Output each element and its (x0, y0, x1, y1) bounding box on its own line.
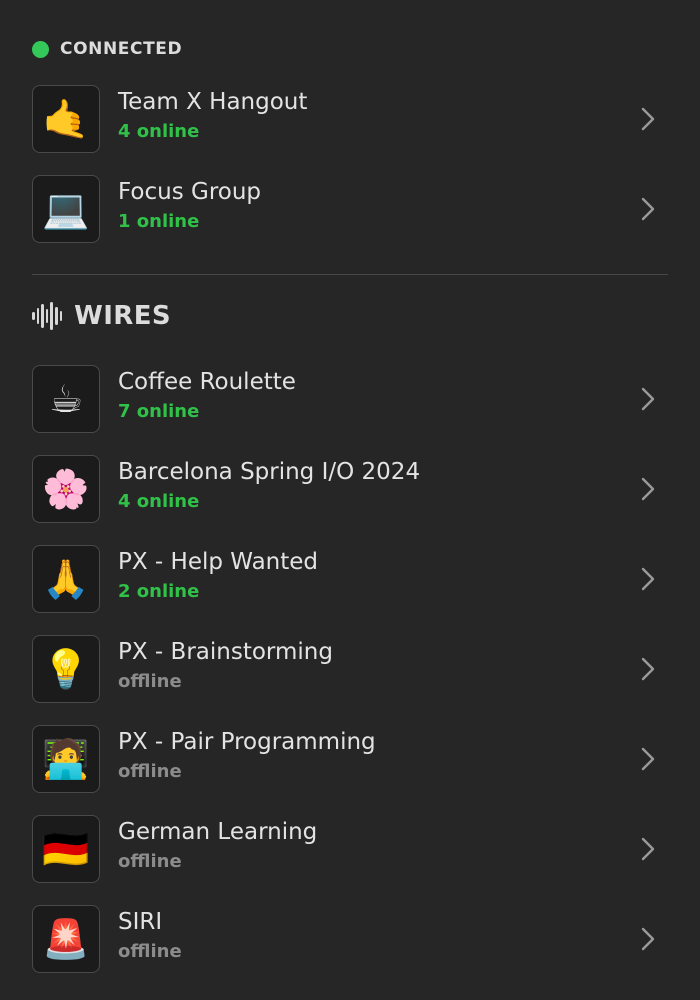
room-status: offline (118, 671, 182, 692)
room-text: PX - Help Wanted 2 online (118, 544, 630, 614)
chevron-right-icon[interactable] (630, 741, 666, 777)
german-flag-icon: 🇩🇪 (32, 815, 100, 883)
room-title: PX - Pair Programming (118, 729, 376, 755)
praying-hands-icon: 🙏 (32, 545, 100, 613)
connected-status-dot-icon (32, 40, 49, 58)
room-row[interactable]: 🧑‍💻 PX - Pair Programming offline (32, 724, 668, 794)
cherry-blossom-icon: 🌸 (32, 455, 100, 523)
chevron-right-icon[interactable] (630, 471, 666, 507)
room-text: Coffee Roulette 7 online (118, 364, 630, 434)
room-title: Barcelona Spring I/O 2024 (118, 459, 421, 485)
room-row[interactable]: 🚨 SIRI offline (32, 904, 668, 974)
call-me-hand-icon: 🤙 (32, 85, 100, 153)
room-status: offline (118, 761, 182, 782)
room-status: 7 online (118, 401, 200, 422)
room-text: Barcelona Spring I/O 2024 4 online (118, 454, 630, 524)
room-row[interactable]: ☕ Coffee Roulette 7 online (32, 364, 668, 434)
room-status: 1 online (118, 211, 200, 232)
rooms-panel: CONNECTED 🤙 Team X Hangout 4 online 💻 Focus … (0, 0, 700, 1000)
room-title: German Learning (118, 819, 318, 845)
room-text: SIRI offline (118, 904, 630, 974)
connected-section-header: CONNECTED (32, 37, 182, 61)
room-status: 4 online (118, 491, 200, 512)
room-title: Team X Hangout (118, 89, 308, 115)
room-status: offline (118, 941, 182, 962)
siren-icon: 🚨 (32, 905, 100, 973)
chevron-right-icon[interactable] (630, 381, 666, 417)
chevron-right-icon[interactable] (630, 651, 666, 687)
room-row[interactable]: 💡 PX - Brainstorming offline (32, 634, 668, 704)
room-status: offline (118, 851, 182, 872)
room-row[interactable]: 🙏 PX - Help Wanted 2 online (32, 544, 668, 614)
technologist-icon: 🧑‍💻 (32, 725, 100, 793)
room-row[interactable]: 🤙 Team X Hangout 4 online (32, 84, 668, 154)
room-status: 2 online (118, 581, 200, 602)
room-text: PX - Brainstorming offline (118, 634, 630, 704)
room-title: PX - Help Wanted (118, 549, 319, 575)
room-status: 4 online (118, 121, 200, 142)
room-text: German Learning offline (118, 814, 630, 884)
waveform-icon (32, 301, 64, 331)
room-title: PX - Brainstorming (118, 639, 333, 665)
chevron-right-icon[interactable] (630, 191, 666, 227)
chevron-right-icon[interactable] (630, 831, 666, 867)
laptop-icon: 💻 (32, 175, 100, 243)
room-title: Coffee Roulette (118, 369, 296, 395)
room-title: Focus Group (118, 179, 262, 205)
chevron-right-icon[interactable] (630, 921, 666, 957)
connected-section-label: CONNECTED (60, 39, 183, 59)
room-row[interactable]: 💻 Focus Group 1 online (32, 174, 668, 244)
chevron-right-icon[interactable] (630, 101, 666, 137)
room-row[interactable]: 🌸 Barcelona Spring I/O 2024 4 online (32, 454, 668, 524)
coffee-cup-icon: ☕ (32, 365, 100, 433)
wires-section-header: WIRES (32, 298, 171, 334)
room-row[interactable]: 🇩🇪 German Learning offline (32, 814, 668, 884)
chevron-right-icon[interactable] (630, 561, 666, 597)
wires-section-label: WIRES (74, 301, 172, 331)
light-bulb-icon: 💡 (32, 635, 100, 703)
room-text: Team X Hangout 4 online (118, 84, 630, 154)
section-divider (32, 274, 668, 275)
room-text: Focus Group 1 online (118, 174, 630, 244)
room-text: PX - Pair Programming offline (118, 724, 630, 794)
room-title: SIRI (118, 909, 163, 935)
